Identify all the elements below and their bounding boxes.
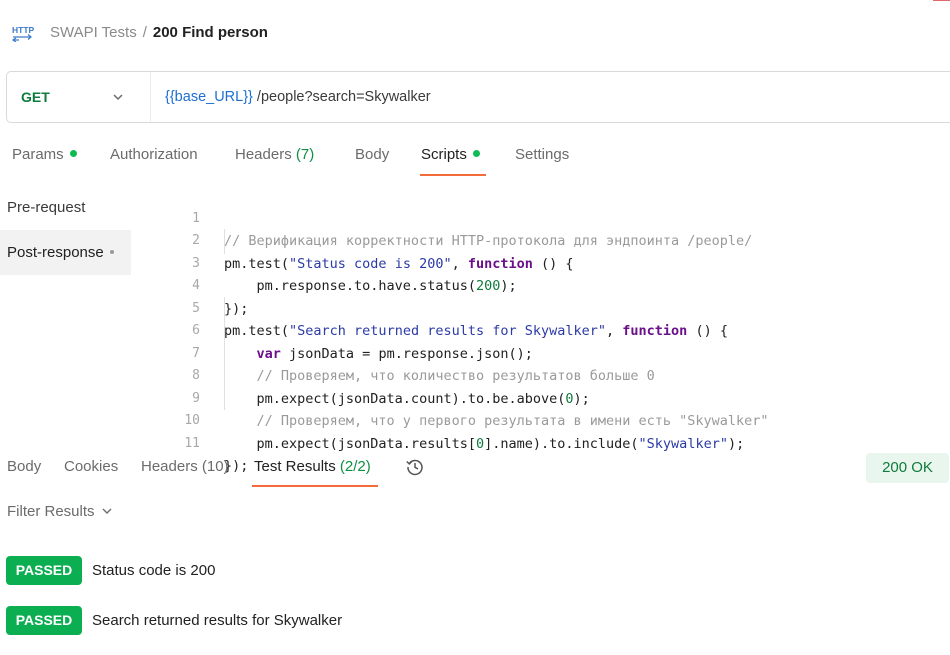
code-line: 3 pm.response.to.have.status(200);	[176, 230, 950, 295]
code-line: 7 // Проверяем, что количество результат…	[176, 320, 950, 385]
url-variable: {{base_URL}}	[165, 89, 253, 105]
code-line: 11 });	[176, 410, 950, 475]
test-result-name: Status code is 200	[92, 562, 216, 579]
tab-authorization[interactable]: Authorization	[110, 146, 198, 163]
http-icon: HTTP	[11, 22, 35, 43]
tab-headers-count: (7)	[295, 146, 315, 163]
tab-params-label: Params	[12, 146, 64, 163]
tab-body[interactable]: Body	[355, 146, 389, 163]
passed-badge: PASSED	[6, 556, 82, 585]
url-path: /people?search=Skywalker	[252, 89, 431, 105]
history-icon[interactable]	[405, 457, 425, 477]
response-tabs: Body Cookies Headers (10) Test Results (…	[0, 450, 950, 488]
chevron-down-icon[interactable]	[111, 90, 125, 104]
filter-results-label: Filter Results	[7, 503, 95, 520]
url-bar: GET {{base_URL}} /people?search=Skywalke…	[6, 71, 950, 123]
post-response-tab[interactable]: Post-response	[0, 230, 131, 275]
indent-guide	[224, 229, 225, 254]
code-line: 5 pm.test("Search returned results for S…	[176, 275, 950, 340]
response-tab-body[interactable]: Body	[7, 458, 41, 475]
tab-settings[interactable]: Settings	[515, 146, 569, 163]
post-response-label: Post-response	[7, 244, 104, 261]
test-result-name: Search returned results for Skywalker	[92, 612, 343, 629]
request-header: HTTP SWAPI Tests / 200 Find person	[0, 0, 950, 66]
breadcrumb-separator: /	[142, 24, 147, 41]
tab-headers[interactable]: Headers (7)	[235, 146, 314, 163]
active-tab-indicator	[420, 174, 486, 176]
code-line: 9 // Проверяем, что у первого результата…	[176, 365, 950, 430]
svg-text:HTTP: HTTP	[12, 25, 35, 35]
response-tab-test-results-count: (2/2)	[339, 458, 371, 475]
breadcrumb: SWAPI Tests / 200 Find person	[50, 24, 268, 42]
scripts-active-dot	[472, 150, 480, 157]
request-tabs: Params Authorization Headers (7) Body Sc…	[0, 140, 950, 176]
corner-mark	[933, 0, 950, 1]
params-active-dot	[69, 150, 77, 157]
code-line: 2 pm.test("Status code is 200", function…	[176, 208, 950, 272]
tab-scripts-label: Scripts	[421, 146, 467, 163]
tab-params[interactable]: Params	[12, 146, 77, 163]
response-tab-test-results-label: Test Results	[254, 458, 336, 475]
response-tab-headers-label: Headers	[141, 458, 198, 475]
filter-results-dropdown[interactable]: Filter Results	[7, 503, 113, 520]
status-badge: 200 OK	[866, 453, 949, 483]
pre-request-tab[interactable]: Pre-request	[7, 199, 85, 216]
response-tab-headers-count: (10)	[201, 458, 229, 475]
test-result-row: PASSED Status code is 200	[6, 556, 906, 586]
method-select[interactable]: GET	[21, 89, 50, 105]
tab-scripts[interactable]: Scripts	[421, 146, 480, 163]
test-result-row: PASSED Search returned results for Skywa…	[6, 606, 906, 636]
response-tab-test-results[interactable]: Test Results (2/2)	[254, 458, 371, 475]
code-line: 4 });	[176, 253, 950, 317]
request-title[interactable]: 200 Find person	[153, 24, 268, 41]
post-response-dot	[109, 250, 114, 254]
code-editor[interactable]: 1 // Верификация корректности HTTP-прото…	[176, 185, 950, 475]
response-tab-headers[interactable]: Headers (10)	[141, 458, 229, 475]
active-response-tab-indicator	[252, 485, 378, 487]
url-input[interactable]: {{base_URL}} /people?search=Skywalker	[165, 89, 431, 105]
code-line: 1 // Верификация корректности HTTP-прото…	[176, 185, 950, 250]
indent-guide	[224, 297, 225, 410]
passed-badge: PASSED	[6, 606, 82, 635]
code-line: 8 pm.expect(jsonData.count).to.be.above(…	[176, 343, 950, 407]
code-line: 6 var jsonData = pm.response.json();	[176, 298, 950, 362]
response-tab-cookies[interactable]: Cookies	[64, 458, 118, 475]
breadcrumb-collection[interactable]: SWAPI Tests	[50, 24, 137, 41]
url-divider	[150, 72, 151, 122]
tab-headers-label: Headers	[235, 146, 292, 163]
chevron-down-icon	[101, 504, 113, 516]
code-line: 10 pm.expect(jsonData.results[0].name).t…	[176, 388, 950, 452]
